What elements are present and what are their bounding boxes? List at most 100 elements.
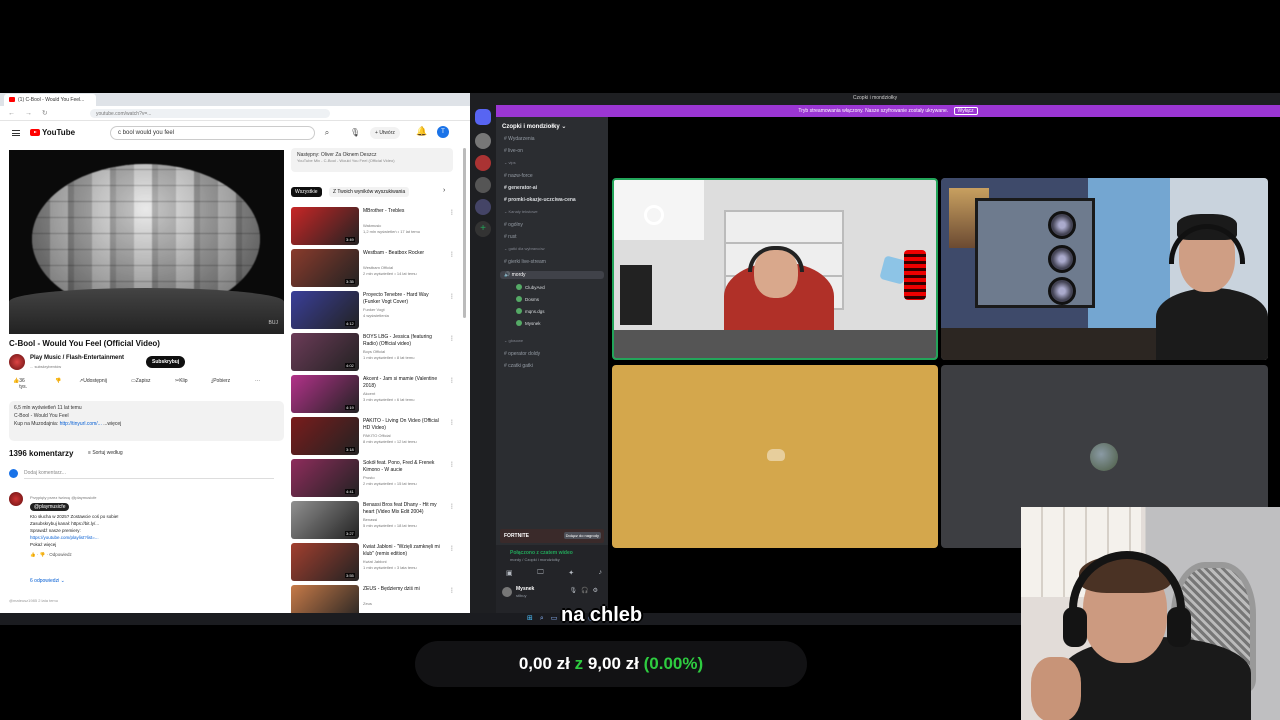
more-actions-icon[interactable]: ··· bbox=[255, 378, 260, 384]
game-activity-banner[interactable]: FORTNITE Dołącz do nagrody bbox=[500, 529, 604, 543]
channel-name[interactable]: Play Music / Flash-Entertainment bbox=[30, 355, 124, 361]
more-options-icon[interactable]: ⋮ bbox=[449, 545, 455, 552]
recommendation-title[interactable]: MBrother - Trebles bbox=[363, 208, 447, 215]
recommendation-item[interactable]: 3:35 Westbam - Beatbox Rocker Westbam Offi… bbox=[291, 249, 456, 289]
text-channel[interactable]: # live-on bbox=[504, 148, 523, 154]
server-icon[interactable] bbox=[475, 133, 491, 149]
recommendation-channel[interactable]: Westbam Official bbox=[363, 265, 447, 270]
back-forward-reload-icons[interactable]: ← → ↻ bbox=[8, 109, 52, 117]
recommendation-channel[interactable]: PAKITO Official bbox=[363, 433, 447, 438]
notifications-bell-icon[interactable]: 🔔 bbox=[416, 126, 427, 137]
comment-link[interactable]: https://youtube.com/playlist?list=... bbox=[30, 534, 260, 541]
voice-user[interactable]: Mysnek bbox=[516, 320, 541, 326]
dislike-icon[interactable]: 👎 bbox=[55, 378, 61, 384]
channel-avatar[interactable] bbox=[9, 354, 25, 370]
server-icon[interactable] bbox=[475, 199, 491, 215]
video-player[interactable]: BUJ bbox=[9, 150, 284, 334]
text-channel[interactable]: # generator-ai bbox=[504, 185, 537, 191]
show-more-link[interactable]: Pokaż więcej bbox=[30, 541, 260, 548]
chips-next-icon[interactable]: › bbox=[443, 187, 445, 194]
recommendation-title[interactable]: PAKITO - Living On Video (Official HD Vi… bbox=[363, 418, 447, 431]
more-options-icon[interactable]: ⋮ bbox=[449, 251, 455, 258]
address-bar[interactable]: youtube.com/watch?v=... bbox=[90, 109, 330, 118]
video-description[interactable]: 6,5 mln wyświetleń 11 lat temu C-Bool - … bbox=[9, 401, 284, 441]
comment-author[interactable]: @mateusz1985 bbox=[9, 598, 37, 603]
menu-icon[interactable] bbox=[12, 130, 20, 136]
browser-tab[interactable]: (1) C-Bool - Would You Feel... bbox=[4, 94, 96, 106]
participant-tile-camera[interactable] bbox=[941, 178, 1268, 360]
recommendation-title[interactable]: Akcent - Jam si mamie (Valentine 2018) bbox=[363, 376, 447, 389]
search-icon[interactable]: ⌕ bbox=[540, 615, 551, 622]
server-icon[interactable] bbox=[475, 155, 491, 171]
text-channel[interactable]: # operator doldy bbox=[504, 351, 540, 357]
recommendation-title[interactable]: Westbam - Beatbox Rocker bbox=[363, 250, 447, 257]
participant-tile-no-video[interactable] bbox=[612, 365, 938, 548]
text-channel[interactable]: # gierki live-stream bbox=[504, 259, 546, 265]
more-options-icon[interactable]: ⋮ bbox=[449, 419, 455, 426]
description-more[interactable]: ...więcej bbox=[103, 421, 121, 427]
user-name[interactable]: Mysnek bbox=[516, 586, 534, 592]
recommendation-title[interactable]: Benassi Bros feat Dhany - Hit my heart (… bbox=[363, 502, 447, 515]
recommendation-channel[interactable]: Prosto bbox=[363, 475, 447, 480]
home-icon[interactable] bbox=[475, 109, 491, 125]
recommendation-item[interactable]: 4:41 Sokół feat. Pono, Fred & Frenek Kimo… bbox=[291, 459, 456, 499]
voice-user[interactable]: ClubyAecl bbox=[516, 284, 545, 290]
recommendation-title[interactable]: Proyecto Tenebre - Hard Way (Funker Vogt… bbox=[363, 292, 447, 305]
game-join-button[interactable]: Dołącz do nagrody bbox=[563, 532, 601, 539]
share-button[interactable]: ↗ Udostępnij bbox=[79, 378, 107, 384]
recommendation-title[interactable]: Sokół feat. Pono, Fred & Frenek Kimono -… bbox=[363, 460, 447, 473]
deafen-icon[interactable]: 🎧 bbox=[581, 588, 592, 594]
channel-category[interactable]: ⌄ vips bbox=[504, 160, 516, 165]
up-next-card[interactable]: Następny: Oliver Za Oknem Deszcz YouTube… bbox=[291, 148, 453, 172]
sidebar-scrollbar[interactable] bbox=[463, 148, 466, 318]
voice-channel-active[interactable]: 🔊 mordy bbox=[500, 271, 604, 279]
mute-icon[interactable]: 🎙 bbox=[570, 588, 582, 594]
text-channel[interactable]: # czatki gatki bbox=[504, 363, 533, 369]
recommendation-item[interactable]: 3:55 Kwiat Jabłoni - "Wzięli zamknęli mi … bbox=[291, 543, 456, 583]
text-channel[interactable]: # ogólny bbox=[504, 222, 523, 228]
activities-icon[interactable]: ✦ bbox=[568, 569, 574, 581]
search-icon[interactable]: ⌕ bbox=[320, 126, 334, 140]
sort-comments-button[interactable]: ≡ Sortuj według bbox=[88, 450, 123, 456]
recommendation-title[interactable]: BOYS LBG - Jessica (featuring Radio) (Of… bbox=[363, 334, 447, 347]
user-avatar[interactable] bbox=[502, 587, 512, 597]
screen-share-icon[interactable]: 🖵 bbox=[537, 569, 544, 581]
more-options-icon[interactable]: ⋮ bbox=[449, 377, 455, 384]
save-button[interactable]: ▭ Zapisz bbox=[131, 378, 150, 384]
subscribe-button[interactable]: Subskrybuj bbox=[146, 356, 186, 368]
voice-user[interactable]: Dosms bbox=[516, 296, 539, 302]
channel-category[interactable]: ⌄ Kanały tekstowe bbox=[504, 209, 538, 214]
comment-author-avatar[interactable] bbox=[9, 492, 23, 506]
recommendation-channel[interactable]: Wakmusic bbox=[363, 223, 447, 228]
more-options-icon[interactable]: ⋮ bbox=[449, 461, 455, 468]
windows-icon[interactable]: ⊞ bbox=[527, 615, 540, 622]
download-button[interactable]: ⤓ Pobierz bbox=[211, 378, 230, 384]
recommendation-title[interactable]: ZEUS - Będziemy dziś mi bbox=[363, 586, 447, 593]
server-icon[interactable] bbox=[475, 177, 491, 193]
recommendation-item[interactable]: 4:19 Akcent - Jam si mamie (Valentine 201… bbox=[291, 375, 456, 415]
more-options-icon[interactable]: ⋮ bbox=[449, 209, 455, 216]
account-avatar[interactable]: T bbox=[437, 126, 449, 138]
more-options-icon[interactable]: ⋮ bbox=[449, 335, 455, 342]
server-name[interactable]: Czopki i mondziołky ⌄ bbox=[502, 123, 566, 130]
chip-from-search[interactable]: Z Twoich wyników wyszukiwania bbox=[329, 187, 410, 197]
recommendation-item[interactable]: 3:49 MBrother - Trebles Wakmusic 1,2 mln wy… bbox=[291, 207, 456, 247]
like-button[interactable]: 👍 36 tys. bbox=[13, 378, 27, 390]
replies-toggle[interactable]: 6 odpowiedzi ⌄ bbox=[30, 578, 65, 584]
add-server-icon[interactable]: + bbox=[475, 221, 491, 237]
disable-streamer-mode-button[interactable]: Wyłącz bbox=[953, 107, 978, 115]
recommendation-item[interactable]: 3:18 PAKITO - Living On Video (Official H… bbox=[291, 417, 456, 457]
text-channel[interactable]: # promki-okazje-uczciwa-cena bbox=[504, 197, 576, 203]
recommendation-channel[interactable]: Kwiat Jabłoni bbox=[363, 559, 447, 564]
camera-icon[interactable]: ▣ bbox=[506, 569, 513, 581]
recommendation-channel[interactable]: Boys Official bbox=[363, 349, 447, 354]
channel-category[interactable]: ⌄ głosowe bbox=[504, 338, 523, 343]
settings-gear-icon[interactable]: ⚙ bbox=[593, 588, 602, 594]
clip-button[interactable]: ✂ Klip bbox=[175, 378, 188, 384]
recommendation-item[interactable]: 3:27 Benassi Bros feat Dhany - Hit my hea… bbox=[291, 501, 456, 541]
description-buy-link[interactable]: http://tinyurl.com/... bbox=[60, 421, 102, 427]
text-channel[interactable]: # rust bbox=[504, 234, 517, 240]
voice-user[interactable]: mqns.dgs bbox=[516, 308, 545, 314]
comment-author-badge[interactable]: @playmusicfe bbox=[30, 503, 70, 511]
voice-status[interactable]: Połączono z czatem wideo bbox=[510, 550, 573, 556]
